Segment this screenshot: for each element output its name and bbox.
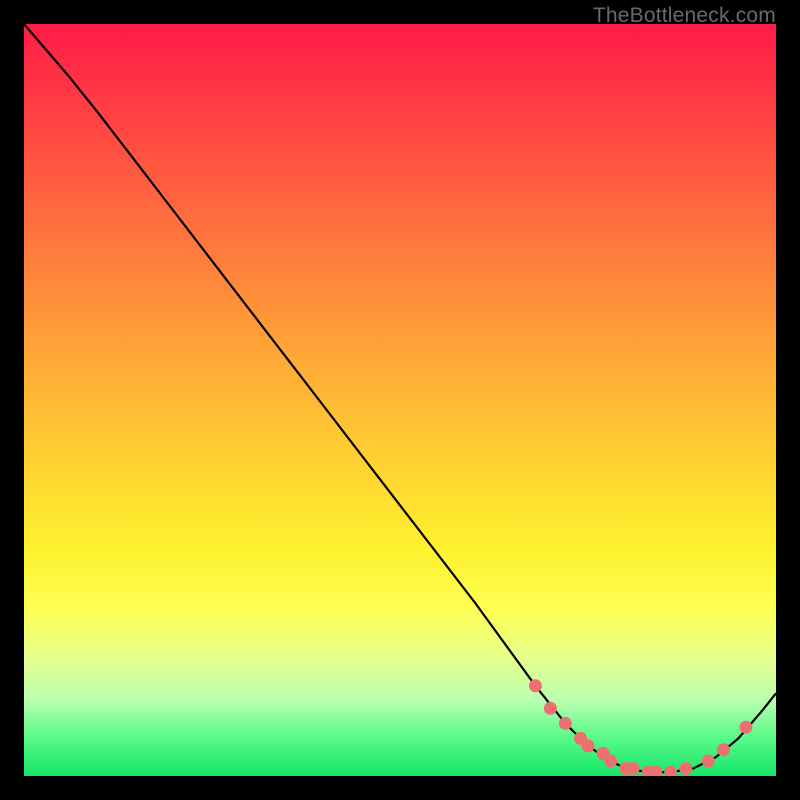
watermark-text: TheBottleneck.com (593, 4, 776, 28)
plot-gradient-background (24, 24, 776, 776)
chart-container: TheBottleneck.com (0, 0, 800, 800)
